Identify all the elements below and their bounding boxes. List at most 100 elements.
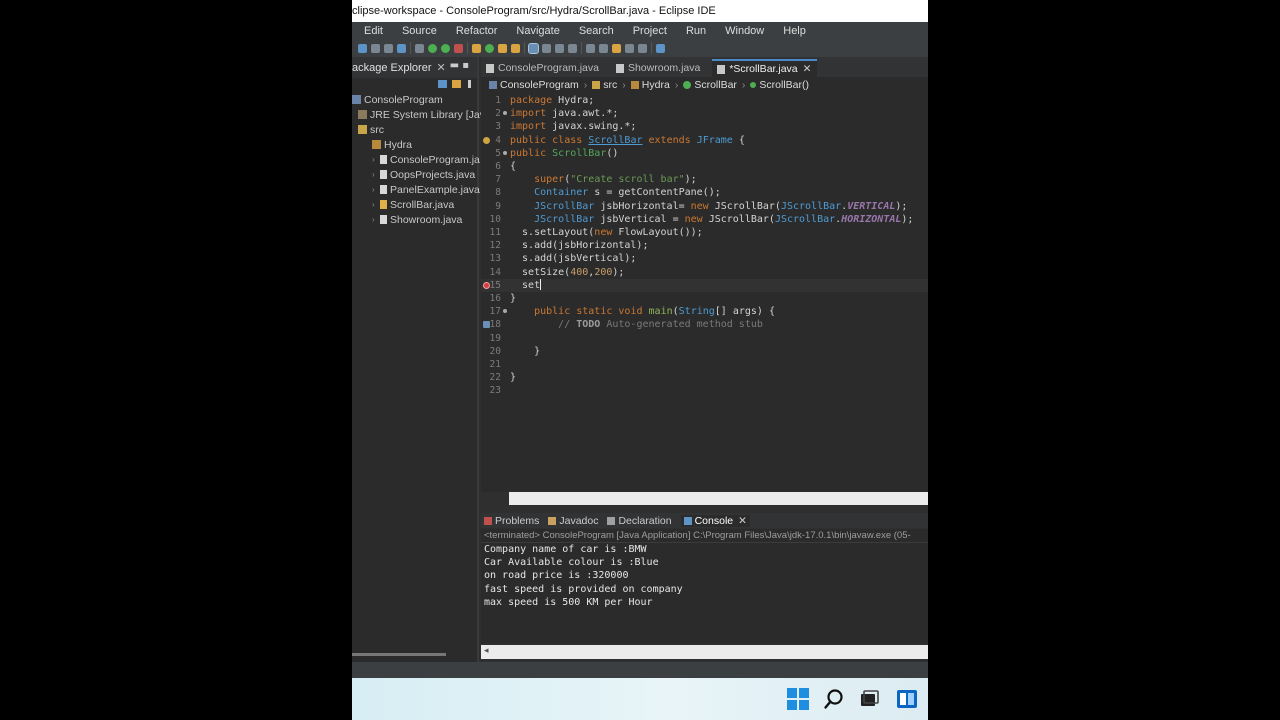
- java-file-warning-icon: [380, 200, 387, 209]
- code-line: 1 package Hydra;: [481, 94, 928, 107]
- new-icon[interactable]: [358, 43, 367, 53]
- tab-consoleprogram[interactable]: ConsoleProgram.java: [481, 59, 605, 77]
- task-view-icon[interactable]: [858, 688, 880, 710]
- menu-source[interactable]: Source: [402, 25, 437, 37]
- tab-javadoc[interactable]: Javadoc: [548, 515, 598, 527]
- store-icon[interactable]: [896, 688, 918, 710]
- skip-breakpoints-icon[interactable]: [415, 43, 424, 53]
- breadcrumb-item[interactable]: ScrollBar(): [759, 79, 809, 91]
- link-with-editor-icon[interactable]: [452, 80, 461, 88]
- warning-icon[interactable]: [483, 136, 490, 144]
- code-line-current: 15 set: [481, 278, 928, 292]
- fold-icon[interactable]: [503, 111, 507, 116]
- tree-item-label: Showroom.java: [390, 213, 463, 226]
- menu-help[interactable]: Help: [783, 25, 806, 37]
- perspective-icon[interactable]: [656, 43, 665, 53]
- tree-item-file[interactable]: › Showroom.java: [372, 212, 462, 227]
- tab-scrollbar[interactable]: *ScrollBar.java ✕: [712, 59, 818, 77]
- toggle-mark-occurrences-icon[interactable]: [528, 42, 539, 54]
- toolbar-separator: [524, 42, 525, 54]
- search-icon[interactable]: [823, 688, 845, 710]
- tab-showroom[interactable]: Showroom.java: [611, 59, 706, 77]
- next-annotation-icon[interactable]: [586, 43, 595, 53]
- forward-icon[interactable]: [638, 43, 647, 53]
- tab-console[interactable]: Console ✕: [680, 514, 750, 527]
- open-type-icon[interactable]: [511, 43, 520, 53]
- new-class-icon[interactable]: [498, 43, 507, 53]
- breadcrumb-item[interactable]: ConsoleProgram: [500, 79, 579, 91]
- view-menu-icon[interactable]: [468, 80, 471, 88]
- tab-declaration[interactable]: Declaration: [607, 515, 672, 527]
- tree-item-hydra[interactable]: Hydra: [372, 137, 412, 152]
- print-icon[interactable]: [397, 43, 406, 53]
- tree-item-src[interactable]: src: [358, 122, 384, 137]
- menu-refactor[interactable]: Refactor: [456, 25, 498, 37]
- code-editor[interactable]: 1 package Hydra; 2 import java.awt.*; 3 imp…: [481, 92, 928, 492]
- expand-arrow-icon[interactable]: ›: [372, 200, 380, 209]
- java-file-icon: [615, 63, 624, 73]
- task-icon[interactable]: [483, 321, 490, 329]
- console-output[interactable]: Company name of car is :BMW Car Availabl…: [481, 543, 928, 643]
- back-icon[interactable]: [625, 43, 634, 53]
- menu-run[interactable]: Run: [686, 25, 706, 37]
- breadcrumb-item[interactable]: src: [603, 79, 617, 91]
- expand-arrow-icon[interactable]: ›: [372, 215, 380, 224]
- console-horizontal-scrollbar[interactable]: ◂: [481, 645, 928, 659]
- menu-edit[interactable]: Edit: [364, 25, 383, 37]
- expand-arrow-icon[interactable]: ›: [372, 185, 380, 194]
- windows-start-icon[interactable]: [787, 688, 809, 710]
- code-line: 13 s.add(jsbVertical);: [481, 252, 928, 265]
- tree-item-file[interactable]: › PanelExample.java: [372, 182, 480, 197]
- previous-annotation-icon[interactable]: [599, 43, 608, 53]
- run-icon[interactable]: [441, 43, 450, 53]
- console-line: max speed is 500 KM per Hour: [484, 596, 653, 608]
- line-number: 14: [489, 266, 501, 278]
- line-number: 8: [495, 187, 501, 199]
- editor-horizontal-scrollbar[interactable]: [509, 492, 928, 505]
- error-icon[interactable]: [483, 281, 490, 289]
- source-folder-icon: [358, 125, 367, 134]
- breadcrumb-item[interactable]: Hydra: [642, 79, 670, 91]
- line-number: 7: [495, 174, 501, 186]
- menu-navigate[interactable]: Navigate: [516, 25, 559, 37]
- coverage-icon[interactable]: [454, 43, 463, 53]
- package-explorer-toolbar: [352, 78, 477, 92]
- line-number: 20: [489, 345, 501, 357]
- fold-icon[interactable]: [503, 309, 507, 314]
- word-wrap-icon[interactable]: [568, 43, 577, 53]
- tree-item-file[interactable]: › ConsoleProgram.ja: [372, 152, 480, 167]
- collapse-all-icon[interactable]: [438, 80, 447, 88]
- debug-icon[interactable]: [428, 43, 437, 53]
- tree-item-label: OopsProjects.java: [390, 168, 476, 181]
- line-number: 5: [495, 147, 501, 159]
- block-selection-icon[interactable]: [542, 43, 551, 53]
- tree-item-project[interactable]: ConsoleProgram: [352, 92, 443, 107]
- tab-problems[interactable]: Problems: [484, 515, 539, 527]
- save-icon[interactable]: [371, 43, 380, 53]
- last-edit-location-icon[interactable]: [612, 43, 621, 53]
- tree-item-file[interactable]: › ScrollBar.java: [372, 197, 454, 212]
- expand-arrow-icon[interactable]: ›: [372, 170, 380, 179]
- scroll-left-icon[interactable]: ◂: [484, 646, 489, 656]
- expand-arrow-icon[interactable]: ›: [372, 155, 380, 164]
- minimize-maximize-icon[interactable]: ▬ ▪: [450, 60, 469, 71]
- show-whitespace-icon[interactable]: [555, 43, 564, 53]
- menu-search[interactable]: Search: [579, 25, 614, 37]
- tree-item-file[interactable]: › OopsProjects.java: [372, 167, 475, 182]
- fold-icon[interactable]: [503, 150, 507, 155]
- save-all-icon[interactable]: [384, 43, 393, 53]
- close-icon[interactable]: ✕: [738, 515, 747, 527]
- line-number: 19: [489, 332, 501, 344]
- code-line: 3 import javax.swing.*;: [481, 120, 928, 133]
- menu-project[interactable]: Project: [633, 25, 667, 37]
- package-explorer-scrollbar[interactable]: [352, 653, 446, 656]
- breadcrumb-item[interactable]: ScrollBar: [694, 79, 737, 91]
- close-icon[interactable]: ✕: [803, 63, 812, 75]
- new-java-project-icon[interactable]: [472, 43, 481, 53]
- package-explorer-tab[interactable]: ackage Explorer ✕: [352, 61, 446, 74]
- window-title: clipse-workspace - ConsoleProgram/src/Hy…: [352, 0, 928, 22]
- menu-window[interactable]: Window: [725, 25, 764, 37]
- close-icon[interactable]: ✕: [437, 62, 446, 74]
- new-package-icon[interactable]: [485, 43, 494, 53]
- java-file-icon: [717, 64, 726, 74]
